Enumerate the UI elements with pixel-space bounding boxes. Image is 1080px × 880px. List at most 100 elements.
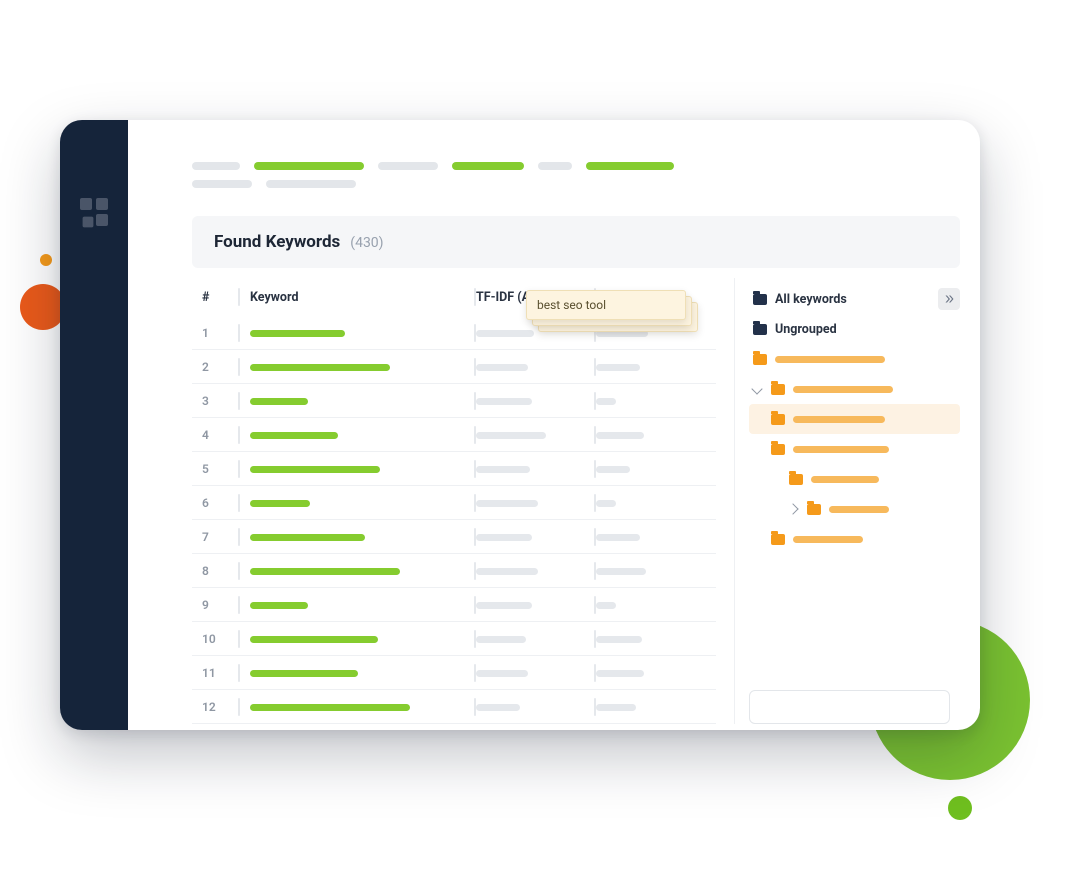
crumb-placeholder	[192, 162, 240, 170]
value-bar	[596, 636, 642, 643]
folders-panel: All keywords Ungrouped	[734, 278, 960, 724]
folder-label-placeholder	[793, 416, 885, 423]
keyword-bar	[250, 432, 338, 439]
keyword-bar	[250, 704, 410, 711]
folder-label: Ungrouped	[775, 322, 837, 337]
table-row[interactable]: 11	[192, 656, 716, 690]
value-bar	[596, 534, 640, 541]
row-index: 8	[202, 564, 238, 578]
column-divider	[238, 324, 240, 342]
value-bar	[596, 398, 616, 405]
keyword-bar	[250, 398, 308, 405]
keyword-bar	[250, 534, 365, 541]
keyword-bar	[250, 568, 400, 575]
value-bar	[476, 704, 520, 711]
column-divider	[238, 426, 240, 444]
panel-title: Found Keywords	[214, 232, 340, 252]
column-divider	[238, 358, 240, 376]
row-index: 6	[202, 496, 238, 510]
keywords-table: # Keyword TF-IDF (Avg) TF-IDF (Min) 1234…	[192, 278, 716, 724]
row-index: 7	[202, 530, 238, 544]
folder-icon	[771, 384, 785, 395]
table-row[interactable]: 5	[192, 452, 716, 486]
folder-icon	[753, 354, 767, 365]
value-bar	[476, 568, 538, 575]
value-bar	[476, 602, 532, 609]
value-bar	[476, 466, 530, 473]
row-index: 12	[202, 700, 238, 714]
value-bar	[476, 534, 532, 541]
folder-icon	[753, 324, 767, 335]
col-keyword[interactable]: Keyword	[250, 290, 474, 305]
crumb-active[interactable]	[452, 162, 524, 170]
row-index: 11	[202, 666, 238, 680]
folder-icon	[771, 534, 785, 545]
folder-icon	[789, 474, 803, 485]
folder-item-expanded[interactable]	[749, 374, 960, 404]
folder-subitem-collapsed[interactable]	[749, 494, 960, 524]
keyword-bar	[250, 466, 380, 473]
keyword-bar	[250, 364, 390, 371]
folder-label-placeholder	[793, 536, 863, 543]
keyword-bar	[250, 500, 310, 507]
crumb-active[interactable]	[254, 162, 364, 170]
folder-icon	[771, 414, 785, 425]
table-row[interactable]: 8	[192, 554, 716, 588]
row-index: 2	[202, 360, 238, 374]
main-area: Found Keywords (430) # Keyword TF-IDF (A…	[128, 120, 980, 730]
value-bar	[596, 568, 646, 575]
table-row[interactable]: 7	[192, 520, 716, 554]
value-bar	[476, 670, 528, 677]
table-row[interactable]: 12	[192, 690, 716, 724]
decoration-circle-orange-small	[40, 254, 52, 266]
row-index: 4	[202, 428, 238, 442]
folder-subitem[interactable]	[749, 524, 960, 554]
value-bar	[476, 636, 526, 643]
sidebar	[60, 120, 128, 730]
panel-count: (430)	[350, 235, 383, 251]
table-row[interactable]: 6	[192, 486, 716, 520]
folder-subitem[interactable]	[749, 464, 960, 494]
breadcrumb-secondary	[192, 180, 960, 188]
value-bar	[476, 398, 532, 405]
value-bar	[596, 466, 630, 473]
col-index[interactable]: #	[202, 290, 238, 305]
table-row[interactable]: 2	[192, 350, 716, 384]
crumb-placeholder	[378, 162, 438, 170]
chevron-down-icon	[751, 383, 762, 394]
decoration-circle-green-small	[948, 796, 972, 820]
folder-label-placeholder	[775, 356, 885, 363]
chevron-right-icon	[787, 503, 798, 514]
keyword-bar	[250, 330, 345, 337]
table-row[interactable]: 9	[192, 588, 716, 622]
column-divider	[238, 562, 240, 580]
table-row[interactable]: 10	[192, 622, 716, 656]
crumb-active[interactable]	[586, 162, 674, 170]
folder-label: All keywords	[775, 292, 847, 307]
folder-icon	[771, 444, 785, 455]
tooltip-text: best seo tool	[537, 298, 606, 312]
folder-all-keywords[interactable]: All keywords	[749, 284, 851, 314]
folder-subitem[interactable]	[749, 434, 960, 464]
column-divider	[238, 528, 240, 546]
folder-item[interactable]	[749, 344, 960, 374]
table-row[interactable]: 4	[192, 418, 716, 452]
panel-header: Found Keywords (430)	[192, 216, 960, 268]
keyword-bar	[250, 670, 358, 677]
folder-subitem-active[interactable]	[749, 404, 960, 434]
folder-label-placeholder	[793, 446, 889, 453]
crumb-placeholder	[266, 180, 356, 188]
folder-label-placeholder	[829, 506, 889, 513]
collapse-panel-button[interactable]	[938, 288, 960, 310]
value-bar	[596, 602, 616, 609]
app-dashboard-icon[interactable]	[80, 198, 108, 226]
folder-ungrouped[interactable]: Ungrouped	[749, 314, 960, 344]
row-index: 9	[202, 598, 238, 612]
table-row[interactable]: 3	[192, 384, 716, 418]
column-divider	[238, 288, 240, 306]
folder-search-input[interactable]	[749, 690, 950, 724]
folder-label-placeholder	[811, 476, 879, 483]
row-index: 10	[202, 632, 238, 646]
value-bar	[476, 364, 528, 371]
app-window: Found Keywords (430) # Keyword TF-IDF (A…	[60, 120, 980, 730]
